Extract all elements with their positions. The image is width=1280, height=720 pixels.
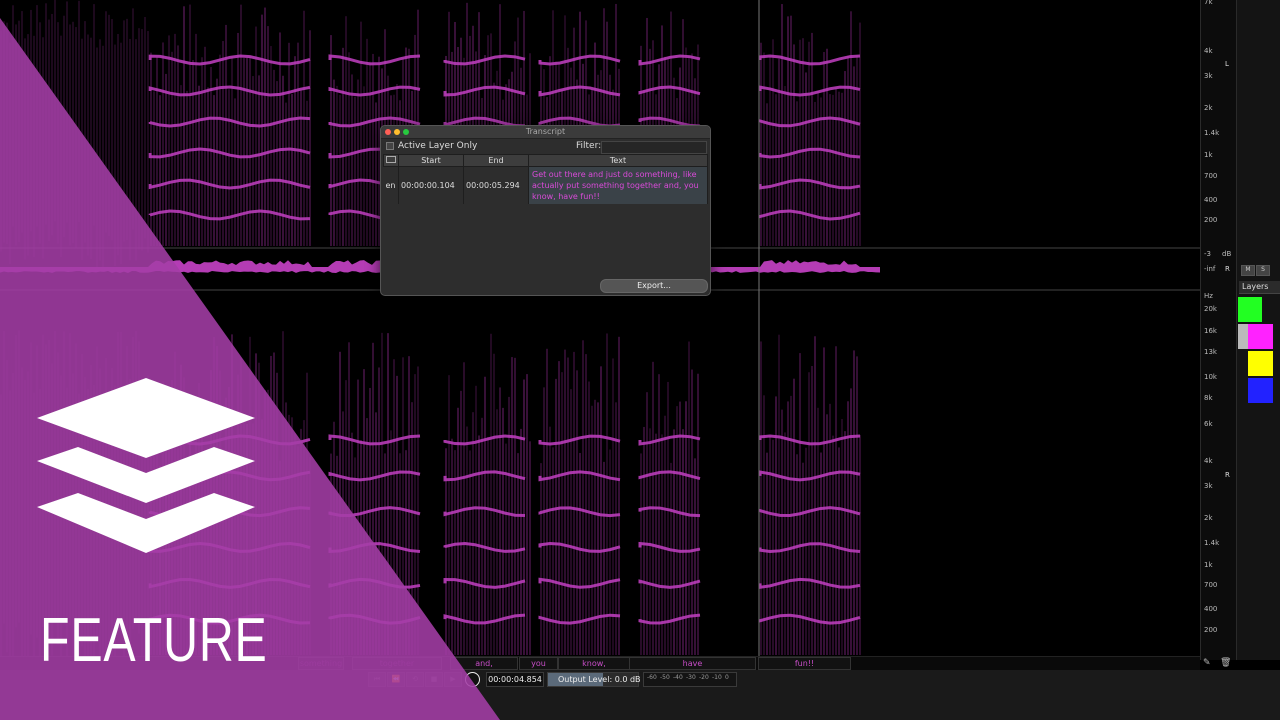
- meter-tick: -60: [647, 674, 657, 681]
- layer-swatch-magenta[interactable]: [1248, 324, 1273, 349]
- output-level-label: Output Level: 0.0 dB: [558, 675, 641, 684]
- freq-label: Hz: [1204, 292, 1213, 300]
- freq-label: 8k: [1204, 394, 1213, 402]
- freq-label: 6k: [1204, 420, 1213, 428]
- word-box[interactable]: you: [519, 657, 558, 670]
- filter-input[interactable]: [601, 141, 707, 154]
- freq-label: 200: [1204, 216, 1218, 224]
- layers-header: Layers: [1239, 281, 1280, 294]
- freq-label: 7k: [1204, 0, 1213, 6]
- freq-label: 4k: [1204, 47, 1213, 55]
- meter-tick: -30: [686, 674, 696, 681]
- db-label-unit: dB: [1222, 250, 1232, 258]
- freq-label: 3k: [1204, 482, 1213, 490]
- channel-label-right: R: [1225, 471, 1230, 479]
- freq-label: 2k: [1204, 514, 1213, 522]
- output-level-slider[interactable]: Output Level: 0.0 dB: [547, 672, 641, 687]
- freq-label: 400: [1204, 196, 1218, 204]
- layer-swatch-green[interactable]: [1238, 297, 1262, 322]
- mute-button[interactable]: M: [1241, 265, 1255, 276]
- freq-label: 16k: [1204, 327, 1217, 335]
- layer-swatch-blue[interactable]: [1248, 378, 1273, 403]
- db-label-minus3: -3: [1204, 250, 1211, 258]
- freq-label: 700: [1204, 172, 1218, 180]
- freq-label: 2k: [1204, 104, 1213, 112]
- level-meter: -60 -50 -40 -30 -20 -10 0: [643, 672, 737, 687]
- layer-selected-marker: [1238, 324, 1248, 349]
- freq-label: 400: [1204, 605, 1218, 613]
- word-box[interactable]: know,: [558, 657, 630, 670]
- meter-tick: -40: [673, 674, 683, 681]
- freq-label: 20k: [1204, 305, 1217, 313]
- export-button[interactable]: Export...: [600, 279, 708, 293]
- word-box[interactable]: fun!!: [758, 657, 851, 670]
- freq-label: 1k: [1204, 151, 1213, 159]
- channel-label-left: L: [1225, 60, 1229, 68]
- solo-button[interactable]: S: [1256, 265, 1270, 276]
- db-label-inf: -inf: [1204, 265, 1216, 273]
- meter-tick: -50: [660, 674, 670, 681]
- trash-icon[interactable]: 🗑: [1220, 658, 1231, 668]
- freq-label: 10k: [1204, 373, 1217, 381]
- column-text[interactable]: Text: [528, 154, 708, 167]
- app-window: L R -3 dB -inf R M S Layers Transcript A…: [0, 0, 1280, 720]
- meter-tick: -10: [712, 674, 722, 681]
- feature-title: FEATURE: [40, 606, 268, 675]
- channel-label-r-meter: R: [1225, 265, 1230, 273]
- meter-tick: -20: [699, 674, 709, 681]
- freq-label: 700: [1204, 581, 1218, 589]
- meter-tick: 0: [725, 674, 729, 681]
- layer-swatch-yellow[interactable]: [1248, 351, 1273, 376]
- freq-label: 1.4k: [1204, 539, 1220, 547]
- freq-label: 13k: [1204, 348, 1217, 356]
- row-text[interactable]: Get out there and just do something, lik…: [528, 166, 708, 204]
- transcript-title: Transcript: [525, 127, 566, 136]
- freq-label: 4k: [1204, 457, 1213, 465]
- edit-icon[interactable]: ✎: [1203, 658, 1211, 668]
- filter-label: Filter:: [576, 141, 602, 151]
- freq-label: 3k: [1204, 72, 1213, 80]
- word-box[interactable]: have: [629, 657, 756, 670]
- freq-label: 1.4k: [1204, 129, 1220, 137]
- freq-label: 1k: [1204, 561, 1213, 569]
- freq-label: 200: [1204, 626, 1218, 634]
